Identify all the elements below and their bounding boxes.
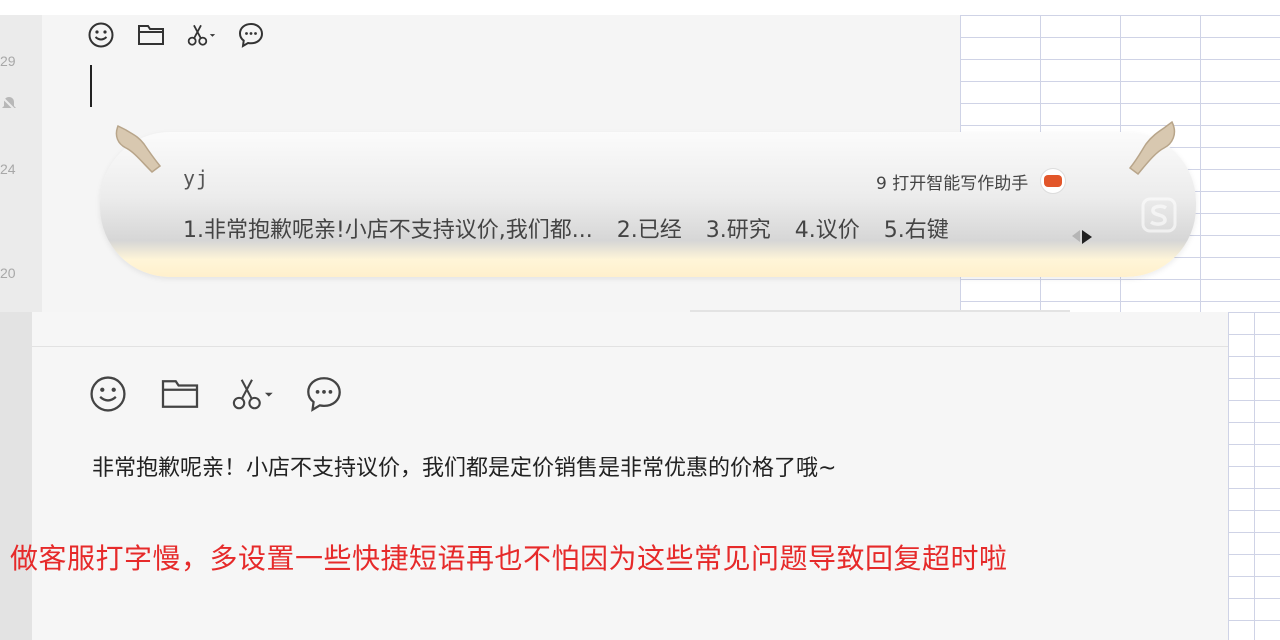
ime-pinyin-input: yj (183, 166, 210, 190)
ime-candidate[interactable]: 5.右键 (884, 212, 949, 244)
page: 29 24 20 yj 9 打开智能写作助手 1.非常抱歉呢亲!小店不支持议价,… (0, 0, 1280, 640)
sogou-logo-icon (1141, 197, 1177, 233)
spreadsheet-grid (1228, 312, 1280, 640)
ime-candidate[interactable]: 3.研究 (706, 212, 771, 244)
ime-assistant-label[interactable]: 9 打开智能写作助手 (876, 169, 1028, 194)
folder-icon[interactable] (158, 372, 202, 416)
ime-candidate-bar (100, 132, 1196, 277)
sidebar-time-number: 24 (0, 161, 16, 177)
chat-bubble-icon[interactable] (236, 20, 266, 50)
sidebar-time-number: 20 (0, 265, 16, 281)
mascot-icon[interactable] (1040, 168, 1067, 194)
emoji-icon[interactable] (86, 372, 130, 416)
ime-candidate[interactable]: 2.已经 (617, 212, 682, 244)
conversation-sidebar-strip (0, 312, 32, 640)
sidebar-time-number: 29 (0, 53, 16, 69)
divider (690, 296, 1070, 312)
conversation-sidebar-strip: 29 24 20 (0, 15, 42, 312)
decoration-horn-icon (115, 124, 162, 173)
ime-page-arrows (1072, 230, 1092, 244)
prev-page-icon[interactable] (1072, 230, 1080, 242)
decoration-horn-icon (1128, 120, 1176, 176)
chat-toolbar-bottom (86, 372, 346, 416)
emoji-icon[interactable] (86, 20, 116, 50)
divider (32, 346, 1228, 347)
message-input-text[interactable]: 非常抱歉呢亲！小店不支持议价，我们都是定价销售是非常优惠的价格了哦~ (92, 450, 836, 482)
ime-candidate[interactable]: 1.非常抱歉呢亲!小店不支持议价,我们都... (183, 212, 593, 244)
ime-candidate[interactable]: 4.议价 (795, 212, 860, 244)
text-cursor (90, 65, 92, 107)
next-page-icon[interactable] (1082, 230, 1092, 244)
annotation-caption: 做客服打字慢，多设置一些快捷短语再也不怕因为这些常见问题导致回复超时啦 (10, 542, 1008, 575)
scissors-icon[interactable] (230, 372, 274, 416)
mute-bell-icon (0, 95, 18, 117)
ime-writing-assistant[interactable]: 9 打开智能写作助手 (876, 168, 1067, 194)
ime-candidate-list: 1.非常抱歉呢亲!小店不支持议价,我们都... 2.已经 3.研究 4.议价 5… (183, 212, 949, 244)
chat-toolbar-top (86, 20, 266, 50)
scissors-icon[interactable] (186, 20, 216, 50)
chat-bubble-icon[interactable] (302, 372, 346, 416)
folder-icon[interactable] (136, 20, 166, 50)
